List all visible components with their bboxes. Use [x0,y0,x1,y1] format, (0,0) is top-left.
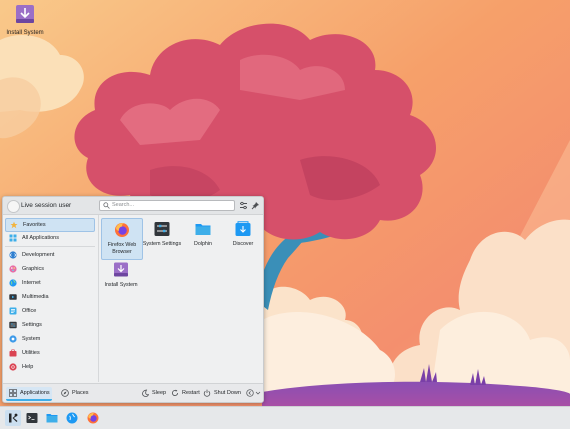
office-icon [9,307,17,315]
search-input[interactable]: Search... [99,200,235,211]
application-launcher-icon [9,413,18,423]
app-firefox[interactable]: Firefox Web Browser [101,218,143,260]
dolphin-folder-icon [195,224,211,235]
application-launcher: Live session user Search... Favorites Al… [2,196,264,403]
app-dolphin[interactable]: Dolphin [183,218,223,258]
utilities-icon [9,349,17,357]
category-system[interactable]: System [5,333,95,345]
grid-icon [9,234,17,242]
launcher-header: Live session user Search... [3,197,263,215]
app-discover[interactable]: Discover [223,218,263,258]
session-menu-icon[interactable] [246,389,254,397]
settings-icon [9,321,17,329]
category-multimedia[interactable]: Multimedia [5,291,95,303]
power-icon [203,389,211,397]
multimedia-icon [9,294,17,300]
app-system-settings[interactable]: System Settings [142,218,182,258]
taskbar [0,406,570,429]
system-settings-icon [154,222,170,236]
sleep-icon [142,389,149,397]
desktop-icon-label: Install System [6,30,44,36]
pin-icon[interactable] [251,201,260,210]
restart-icon [172,389,178,396]
taskbar-terminal[interactable] [24,410,40,426]
development-icon [9,251,17,259]
tab-applications[interactable]: Applications [6,387,52,401]
terminal-icon [26,413,38,423]
install-system-icon [114,262,128,277]
dolphin-icon [46,414,58,423]
category-utilities[interactable]: Utilities [5,347,95,359]
launcher-footer: Applications Places Sleep Restart Shut D… [3,383,263,402]
compass-icon [61,389,69,397]
firefox-icon [115,223,129,237]
category-sidebar: Favorites All Applications Development G… [3,215,97,382]
app-install-system[interactable]: Install System [101,259,141,299]
taskbar-dolphin[interactable] [44,410,60,426]
desktop-install-system-shortcut[interactable]: Install System [5,4,45,36]
system-icon [9,335,17,343]
restart-button[interactable]: Restart [171,387,201,399]
category-help[interactable]: Help [5,361,95,373]
firefox-icon [87,412,99,424]
internet-icon [9,279,17,287]
help-icon [9,363,17,371]
search-icon [103,202,110,209]
category-graphics[interactable]: Graphics [5,263,95,275]
user-name: Live session user [21,202,72,209]
category-internet[interactable]: Internet [5,277,95,289]
search-placeholder: Search... [112,202,135,208]
applications-grid-icon [9,389,17,397]
shut-down-button[interactable]: Shut Down [203,387,243,399]
tab-places[interactable]: Places [58,387,92,399]
discover-icon [235,221,251,236]
discover-icon [66,412,78,424]
favorites-grid: Firefox Web Browser System Settings Dolp… [99,215,263,382]
install-system-icon [16,5,34,23]
chevron-down-icon[interactable] [255,389,261,397]
category-development[interactable]: Development [5,249,95,261]
sleep-button[interactable]: Sleep [141,387,167,399]
taskbar-discover[interactable] [64,410,80,426]
user-avatar[interactable] [7,200,20,213]
star-icon [10,221,18,229]
category-office[interactable]: Office [5,305,95,317]
application-launcher-button[interactable] [5,410,21,426]
sidebar-divider [5,246,95,247]
configure-icon[interactable] [239,201,248,210]
taskbar-firefox[interactable] [85,410,101,426]
category-all-applications[interactable]: All Applications [5,232,95,244]
graphics-icon [9,265,17,273]
category-favorites[interactable]: Favorites [5,218,95,232]
category-settings[interactable]: Settings [5,319,95,331]
